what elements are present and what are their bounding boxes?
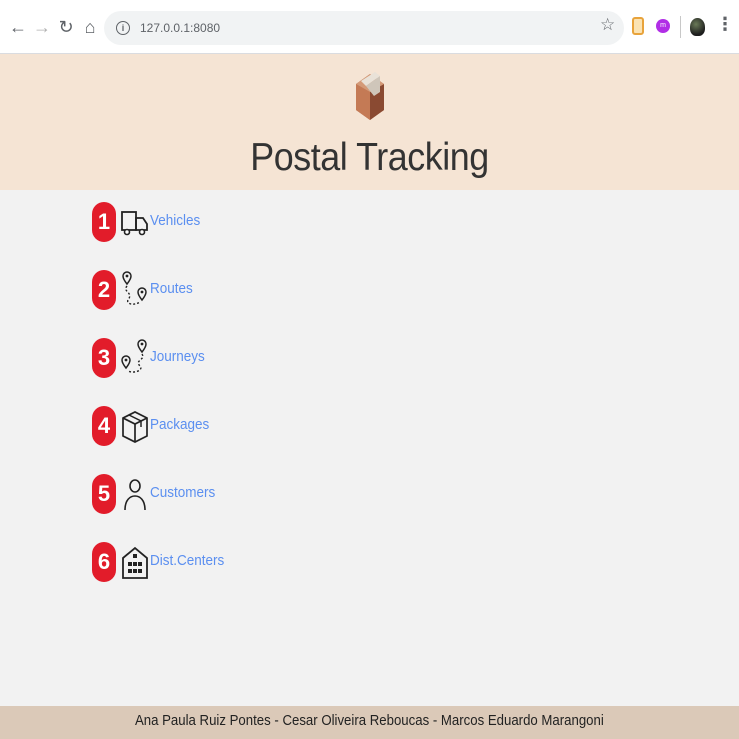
menu-link-routes[interactable]: Routes [150,280,193,297]
number-badge: 3 [92,338,116,378]
menu-link-packages[interactable]: Packages [150,416,209,433]
truck-icon [121,211,148,236]
menu-item-vehicles[interactable]: 1 Vehicles [92,200,292,244]
package-box-icon [122,411,148,443]
number-badge: 4 [92,406,116,446]
number-badge: 6 [92,542,116,582]
number-badge: 1 [92,202,116,242]
number-badge: 2 [92,270,116,310]
route-pins-icon [122,271,147,305]
menu-item-customers[interactable]: 5 Customers [92,472,292,516]
journey-pins-icon [121,339,147,373]
toolbar-divider [680,16,681,38]
browser-toolbar: ← → ↻ ⌂ i 127.0.0.1:8080 ☆ m ⋮ [0,0,739,54]
menu-item-dist-centers[interactable]: 6 Dist.Centers [92,540,292,584]
person-icon [124,479,146,511]
menu-link-customers[interactable]: Customers [150,484,215,501]
building-icon [122,546,148,579]
menu-item-routes[interactable]: 2 Routes [92,268,292,312]
page-footer: Ana Paula Ruiz Pontes - Cesar Oliveira R… [0,706,739,739]
back-icon[interactable]: ← [8,15,28,39]
profile-avatar[interactable] [690,18,705,36]
extension-icon[interactable]: m [656,19,670,33]
forward-icon[interactable]: → [32,15,52,39]
home-icon[interactable]: ⌂ [80,15,100,39]
page-title: Postal Tracking [250,136,489,179]
reload-icon[interactable]: ↻ [56,15,76,39]
page-header: Postal Tracking [0,54,739,190]
number-badge: 5 [92,474,116,514]
extension-lock-icon[interactable] [632,17,644,35]
menu-item-packages[interactable]: 4 Packages [92,404,292,448]
menu-link-vehicles[interactable]: Vehicles [150,212,200,229]
footer-authors: Ana Paula Ruiz Pontes - Cesar Oliveira R… [135,712,604,729]
menu-link-dist-centers[interactable]: Dist.Centers [150,552,224,569]
package-logo-icon [356,72,384,120]
site-info-icon[interactable]: i [116,21,130,35]
address-bar[interactable]: i 127.0.0.1:8080 [104,11,624,45]
bookmark-star-icon[interactable]: ☆ [600,15,615,35]
browser-menu-icon[interactable]: ⋮ [716,14,734,35]
menu-link-journeys[interactable]: Journeys [150,348,205,365]
menu-item-journeys[interactable]: 3 Journeys [92,336,292,380]
url-text: 127.0.0.1:8080 [140,21,221,35]
